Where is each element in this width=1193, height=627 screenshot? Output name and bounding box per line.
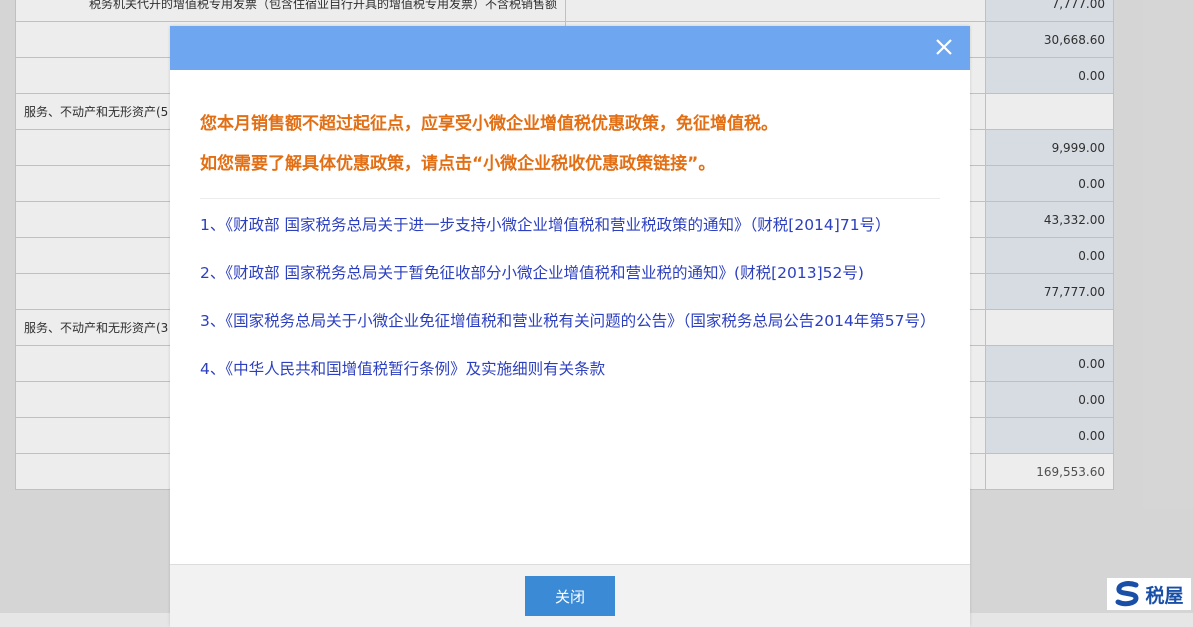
- policy-link-2[interactable]: 2、《财政部 国家税务总局关于暂免征收部分小微企业增值税和营业税的通知》(财税[…: [200, 257, 940, 289]
- notice-line-2: 如您需要了解具体优惠政策，请点击“小微企业税收优惠政策链接”。: [200, 154, 716, 174]
- shuiwu-logo: 税屋: [1107, 578, 1191, 610]
- close-icon[interactable]: [932, 35, 956, 59]
- logo-text: 税屋: [1145, 584, 1184, 607]
- policy-link-list: 1、《财政部 国家税务总局关于进一步支持小微企业增值税和营业税政策的通知》（财税…: [200, 209, 940, 385]
- policy-link-1[interactable]: 1、《财政部 国家税务总局关于进一步支持小微企业增值税和营业税政策的通知》（财税…: [200, 209, 940, 241]
- policy-link-3[interactable]: 3、《国家税务总局关于小微企业免征增值税和营业税有关问题的公告》（国家税务总局公…: [200, 305, 940, 337]
- dialog-footer: 关闭: [170, 564, 970, 627]
- dialog-body: 您本月销售额不超过起征点，应享受小微企业增值税优惠政策，免征增值税。 如您需要了…: [170, 70, 970, 385]
- divider: [200, 198, 940, 199]
- close-button[interactable]: 关闭: [525, 576, 615, 616]
- policy-dialog: 您本月销售额不超过起征点，应享受小微企业增值税优惠政策，免征增值税。 如您需要了…: [170, 26, 970, 627]
- notice-line-1: 您本月销售额不超过起征点，应享受小微企业增值税优惠政策，免征增值税。: [200, 114, 778, 134]
- policy-link-4[interactable]: 4、《中华人民共和国增值税暂行条例》及实施细则有关条款: [200, 353, 940, 385]
- shuiwu-logo-icon: [1115, 581, 1139, 607]
- dialog-header: [170, 26, 970, 70]
